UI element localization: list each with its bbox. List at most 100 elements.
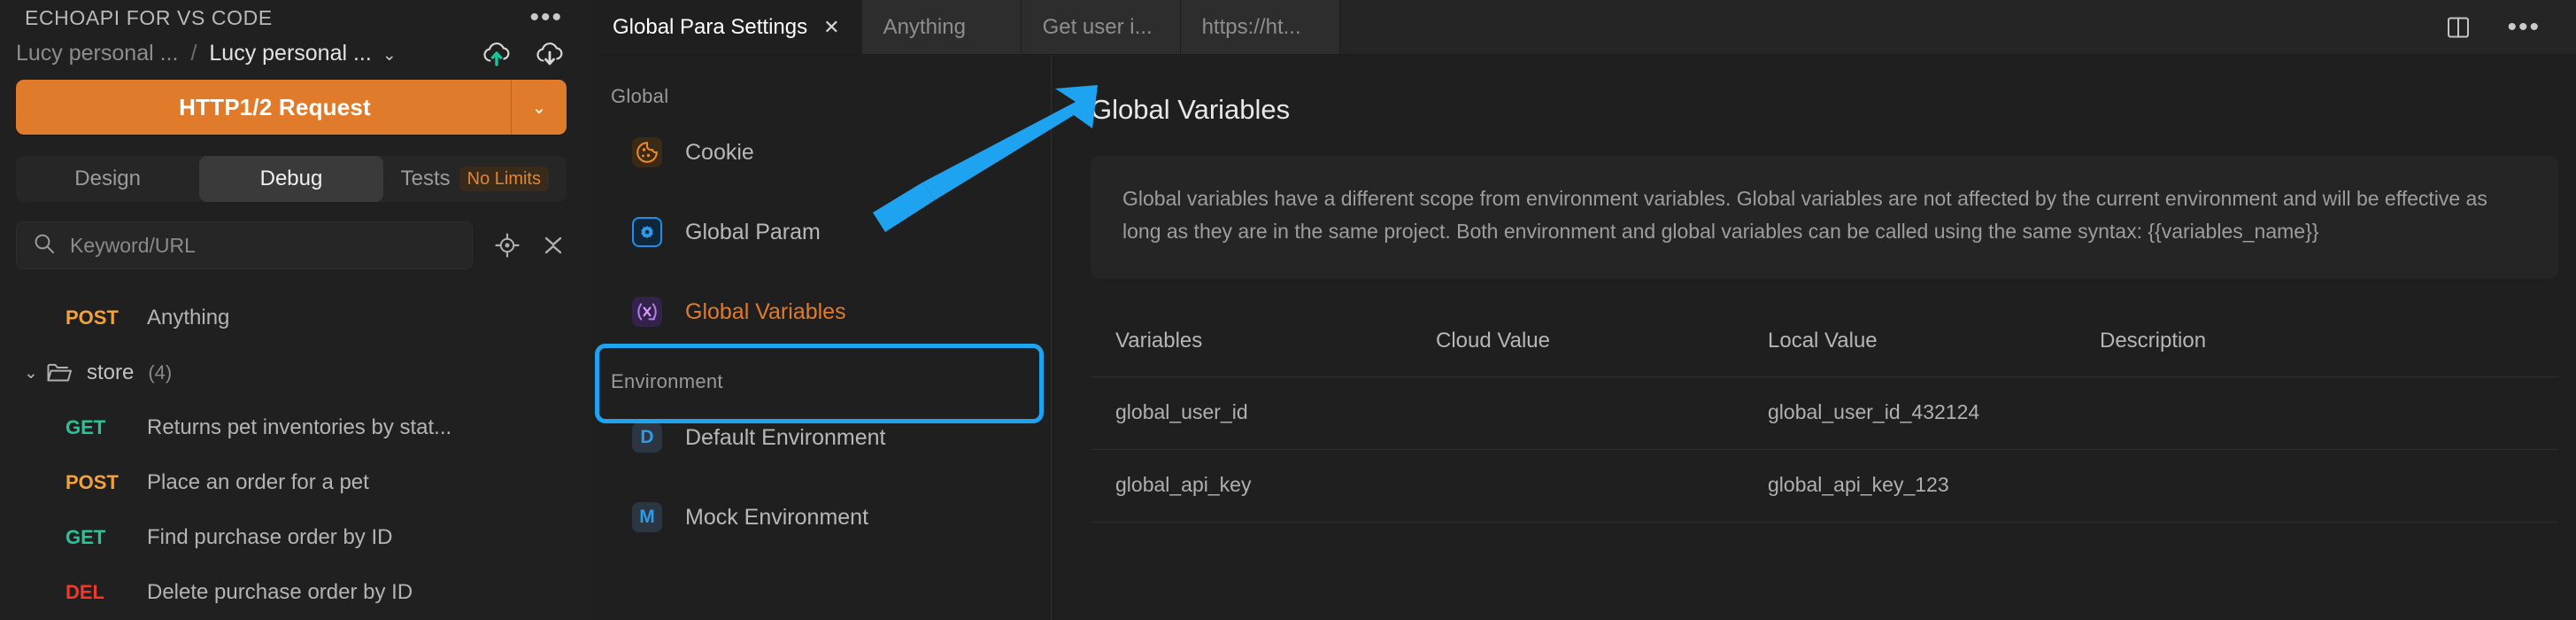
settings-body: Global Cookie Global Param Global Variab… xyxy=(591,55,2576,620)
tab-https-url[interactable]: https://ht... xyxy=(1180,0,1340,54)
more-actions-icon[interactable]: ••• xyxy=(2502,13,2546,40)
cell-description[interactable] xyxy=(2100,376,2558,450)
list-item[interactable]: DEL Delete purchase order by ID xyxy=(0,565,591,620)
global-param-icon xyxy=(632,217,662,247)
sidebar-item-global-variables[interactable]: Global Variables xyxy=(600,276,1038,347)
editor-area: Global Para Settings ✕ Anything Get user… xyxy=(591,0,2576,620)
tabbar-actions: ••• xyxy=(2415,0,2576,54)
request-name: Find purchase order by ID xyxy=(147,525,393,549)
breadcrumb-current[interactable]: Lucy personal ... xyxy=(209,41,371,66)
table-row[interactable]: global_api_key global_api_key_123 xyxy=(1091,449,2558,523)
tab-tests[interactable]: Tests No Limits xyxy=(383,156,567,202)
description-text: Global variables have a different scope … xyxy=(1122,187,2487,244)
search-input[interactable]: Keyword/URL xyxy=(16,221,473,269)
cell-local-value[interactable]: global_api_key_123 xyxy=(1768,449,2100,523)
cell-variable[interactable]: global_user_id xyxy=(1091,376,1436,450)
cloud-upload-icon[interactable] xyxy=(482,40,512,67)
tab-label: Global Para Settings xyxy=(613,14,808,39)
list-item[interactable]: GET Find purchase order by ID xyxy=(0,510,591,565)
page-title: Global Variables xyxy=(1091,94,1291,125)
chevron-down-icon[interactable]: ⌄ xyxy=(382,45,397,66)
sidebar-item-cookie[interactable]: Cookie xyxy=(600,117,1038,188)
list-item[interactable]: POST Anything xyxy=(0,291,591,345)
global-variables-icon xyxy=(632,297,662,327)
settings-nav-panel: Global Cookie Global Param Global Variab… xyxy=(591,55,1052,620)
column-header-local-value[interactable]: Local Value xyxy=(1768,308,2100,377)
tab-design[interactable]: Design xyxy=(16,156,199,202)
request-name: Place an order for a pet xyxy=(147,470,369,494)
request-name: Returns pet inventories by stat... xyxy=(147,415,452,439)
sidebar-more-icon[interactable]: ••• xyxy=(524,4,568,31)
cell-cloud-value[interactable] xyxy=(1436,522,1768,570)
cloud-sync-actions xyxy=(482,40,572,67)
http-request-button[interactable]: HTTP1/2 Request ⌄ xyxy=(16,80,567,135)
sidebar-item-default-environment[interactable]: D Default Environment xyxy=(600,402,1038,473)
breadcrumb-parent[interactable]: Lucy personal ... xyxy=(16,41,178,66)
locate-target-icon[interactable] xyxy=(494,232,521,259)
cell-description[interactable] xyxy=(2100,449,2558,523)
tab-anything[interactable]: Anything xyxy=(861,0,1022,54)
cell-description[interactable] xyxy=(2100,522,2558,570)
cell-local-value[interactable]: global_user_id_432124 xyxy=(1768,376,2100,450)
tab-design-label: Design xyxy=(74,167,142,190)
search-placeholder: Keyword/URL xyxy=(70,233,196,257)
request-method: GET xyxy=(66,526,106,548)
tab-global-para-settings[interactable]: Global Para Settings ✕ xyxy=(591,0,862,54)
request-button-wrap: HTTP1/2 Request ⌄ xyxy=(0,71,591,135)
table-row[interactable]: global_user_id global_user_id_432124 xyxy=(1091,376,2558,450)
cell-local-value[interactable] xyxy=(1768,522,2100,570)
folder-icon xyxy=(46,361,73,384)
folder-count: (4) xyxy=(148,361,173,384)
tabbar-spacer xyxy=(1339,0,2416,54)
request-method: GET xyxy=(66,416,106,438)
sidebar-item-global-param[interactable]: Global Param xyxy=(600,197,1038,267)
folder-row[interactable]: ⌄ store (4) xyxy=(0,345,591,400)
environment-icon: D xyxy=(632,422,662,453)
mode-segment: Design Debug Tests No Limits xyxy=(16,156,567,202)
search-actions xyxy=(473,232,567,259)
sidebar-item-label: Global Variables xyxy=(685,298,846,324)
variables-table-wrap: Variables Cloud Value Local Value Descri… xyxy=(1091,308,2558,570)
cell-cloud-value[interactable] xyxy=(1436,376,1768,450)
split-editor-icon[interactable] xyxy=(2445,15,2472,40)
mode-segment-wrap: Design Debug Tests No Limits xyxy=(0,135,591,202)
request-name: Anything xyxy=(147,306,230,329)
request-tree: POST Anything ⌄ store (4) GET Returns pe… xyxy=(0,269,591,620)
chevron-down-icon[interactable]: ⌄ xyxy=(512,97,567,119)
request-method: DEL xyxy=(66,581,104,603)
tab-label: https://ht... xyxy=(1201,14,1301,39)
request-method: POST xyxy=(66,306,119,329)
sidebar-item-mock-environment[interactable]: M Mock Environment xyxy=(600,482,1038,553)
cloud-download-icon[interactable] xyxy=(535,40,565,66)
collapse-all-icon[interactable] xyxy=(540,232,567,259)
list-item[interactable]: GET Returns pet inventories by stat... xyxy=(0,400,591,455)
cell-variable[interactable] xyxy=(1091,522,1436,570)
search-row: Keyword/URL xyxy=(0,202,591,269)
global-variables-content: Global Variables Global variables have a… xyxy=(1052,55,2576,620)
no-limits-badge: No Limits xyxy=(459,167,549,191)
search-icon xyxy=(33,232,56,260)
table-head: Variables Cloud Value Local Value Descri… xyxy=(1091,308,2558,377)
table-row-empty[interactable] xyxy=(1091,522,2558,570)
column-header-description[interactable]: Description xyxy=(2100,308,2558,377)
table-body: global_user_id global_user_id_432124 glo… xyxy=(1091,376,2558,570)
column-header-cloud-value[interactable]: Cloud Value xyxy=(1436,308,1768,377)
tab-debug-label: Debug xyxy=(259,167,323,190)
tab-label: Get user i... xyxy=(1042,14,1153,39)
cell-variable[interactable]: global_api_key xyxy=(1091,449,1436,523)
sidebar-item-label: Cookie xyxy=(685,139,754,165)
echoapi-window: ECHOAPI FOR VS CODE ••• Lucy personal ..… xyxy=(0,0,2576,620)
tab-debug[interactable]: Debug xyxy=(199,156,383,202)
request-method: POST xyxy=(66,471,119,493)
list-item[interactable]: POST Place an order for a pet xyxy=(0,455,591,510)
sidebar-titlebar: ECHOAPI FOR VS CODE ••• xyxy=(0,0,591,36)
http-request-button-label: HTTP1/2 Request xyxy=(179,93,371,120)
tab-get-user-info[interactable]: Get user i... xyxy=(1021,0,1181,54)
chevron-down-icon[interactable]: ⌄ xyxy=(16,363,46,384)
close-icon[interactable]: ✕ xyxy=(823,16,839,39)
request-name: Delete purchase order by ID xyxy=(147,580,413,604)
cell-cloud-value[interactable] xyxy=(1436,449,1768,523)
tab-label: Anything xyxy=(883,14,966,39)
nav-group-label-environment: Environment xyxy=(611,370,723,392)
column-header-variables[interactable]: Variables xyxy=(1091,308,1436,377)
